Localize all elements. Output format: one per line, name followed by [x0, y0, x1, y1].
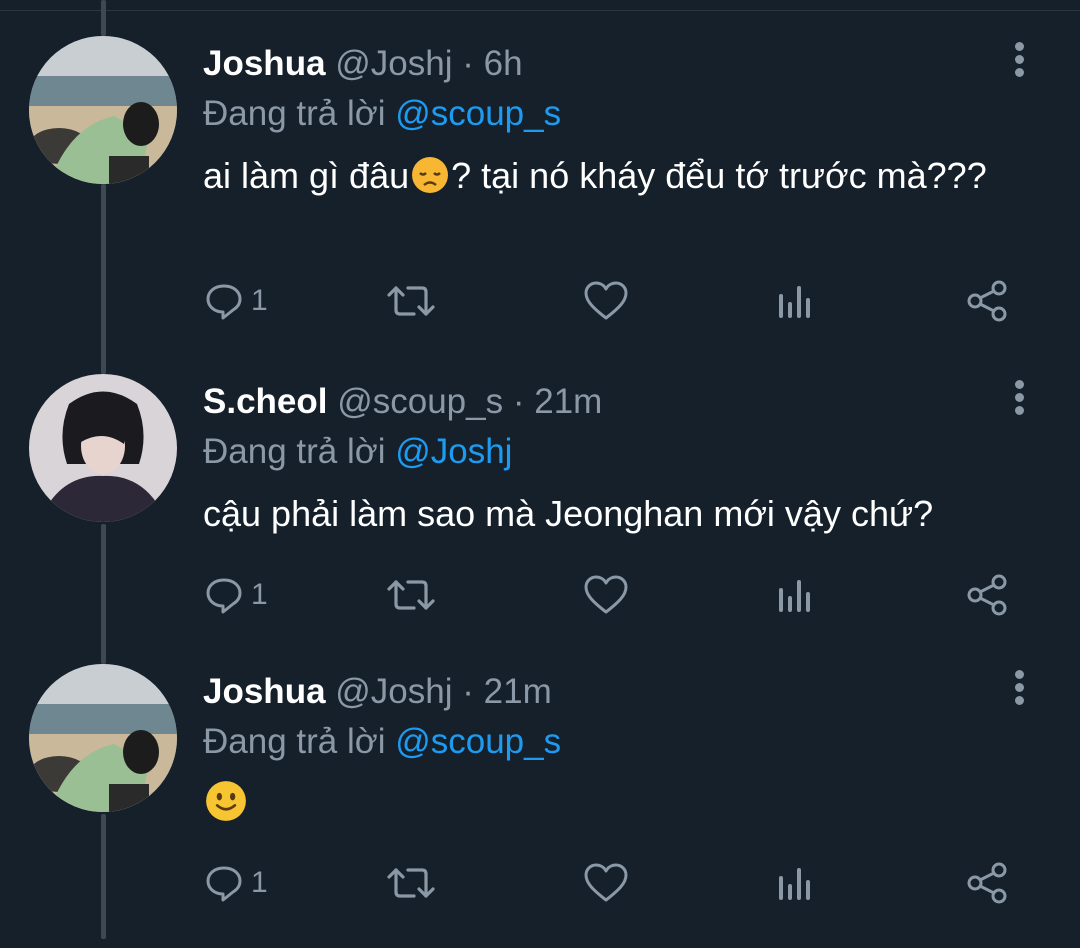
- reply-icon: [206, 284, 242, 320]
- reply-button[interactable]: 1: [203, 570, 268, 620]
- share-icon: [967, 862, 1007, 904]
- separator: ·: [512, 382, 525, 421]
- tweet[interactable]: Joshua @Joshj · 21m Đang trả lời @scoup_…: [0, 628, 1080, 948]
- timestamp[interactable]: 21m: [534, 382, 602, 421]
- tweet-text: cậu phải làm sao mà Jeonghan mới vậy chứ…: [203, 493, 934, 534]
- display-name[interactable]: Joshua: [203, 672, 326, 711]
- tweet[interactable]: Joshua @Joshj · 6h Đang trả lời @scoup_s…: [0, 0, 1080, 322]
- like-button[interactable]: [583, 570, 629, 620]
- tweet-actions: 1: [203, 858, 1023, 908]
- user-handle[interactable]: @Joshj: [335, 44, 452, 83]
- more-options-icon[interactable]: [1004, 380, 1034, 420]
- retweet-button[interactable]: [386, 276, 436, 326]
- mention-link[interactable]: @scoup_s: [395, 722, 561, 761]
- mention-link[interactable]: @Joshj: [395, 432, 512, 471]
- more-options-icon[interactable]: [1004, 670, 1034, 710]
- reply-count: 1: [251, 578, 268, 611]
- share-button[interactable]: [965, 858, 1009, 908]
- retweet-button[interactable]: [386, 858, 436, 908]
- tweet-actions: 1: [203, 276, 1023, 326]
- timestamp[interactable]: 21m: [484, 672, 552, 711]
- reply-button[interactable]: 1: [203, 276, 268, 326]
- reply-button[interactable]: 1: [203, 858, 268, 908]
- like-icon: [584, 863, 628, 902]
- reply-icon: [206, 578, 242, 614]
- retweet-button[interactable]: [386, 570, 436, 620]
- replying-to-label: Đang trả lời: [203, 722, 386, 761]
- tweet-text: ai làm gì đâu ? tại nó kháy đểu tớ trước …: [203, 152, 1003, 200]
- separator: ·: [462, 672, 474, 711]
- like-icon: [584, 281, 628, 320]
- tweet-header: S.cheol @scoup_s · 21m: [203, 380, 602, 424]
- avatar[interactable]: [29, 36, 177, 184]
- reply-count: 1: [251, 866, 268, 899]
- retweet-icon: [387, 868, 435, 898]
- display-name[interactable]: Joshua: [203, 44, 326, 83]
- replying-to: Đang trả lời @scoup_s: [203, 720, 561, 764]
- mention-link[interactable]: @scoup_s: [395, 94, 561, 133]
- tweet-text: [203, 780, 1003, 828]
- disappointed-face-emoji-icon: [411, 156, 449, 194]
- replying-to: Đang trả lời @scoup_s: [203, 92, 561, 136]
- share-button[interactable]: [965, 276, 1009, 326]
- tweet[interactable]: S.cheol @scoup_s · 21m Đang trả lời @Jos…: [0, 338, 1080, 658]
- analytics-button[interactable]: [776, 276, 816, 326]
- share-icon: [967, 574, 1007, 616]
- reply-icon: [206, 866, 242, 902]
- retweet-icon: [387, 286, 435, 316]
- tweet-text-part: ? tại nó kháy đểu tớ trước mà???: [451, 155, 987, 196]
- analytics-button[interactable]: [776, 858, 816, 908]
- separator: ·: [462, 44, 474, 83]
- share-button[interactable]: [965, 570, 1009, 620]
- avatar[interactable]: [29, 664, 177, 812]
- replying-to-label: Đang trả lời: [203, 432, 386, 471]
- more-options-icon[interactable]: [1004, 42, 1034, 82]
- analytics-icon: [779, 868, 810, 900]
- like-button[interactable]: [583, 276, 629, 326]
- display-name[interactable]: S.cheol: [203, 382, 327, 421]
- user-handle[interactable]: @scoup_s: [337, 382, 503, 421]
- share-icon: [967, 280, 1007, 322]
- avatar[interactable]: [29, 374, 177, 522]
- timestamp[interactable]: 6h: [484, 44, 523, 83]
- analytics-icon: [779, 286, 810, 318]
- like-button[interactable]: [583, 858, 629, 908]
- tweet-actions: 1: [203, 570, 1023, 620]
- like-icon: [584, 575, 628, 614]
- tweet-text-part: ai làm gì đâu: [203, 155, 410, 196]
- replying-to-label: Đang trả lời: [203, 94, 386, 133]
- analytics-button[interactable]: [776, 570, 816, 620]
- replying-to: Đang trả lời @Joshj: [203, 430, 512, 474]
- tweet-header: Joshua @Joshj · 6h: [203, 42, 523, 86]
- reply-count: 1: [251, 284, 268, 317]
- analytics-icon: [779, 580, 810, 612]
- retweet-icon: [387, 580, 435, 610]
- slightly-smiling-face-emoji-icon: [205, 780, 247, 822]
- user-handle[interactable]: @Joshj: [335, 672, 452, 711]
- tweet-header: Joshua @Joshj · 21m: [203, 670, 552, 714]
